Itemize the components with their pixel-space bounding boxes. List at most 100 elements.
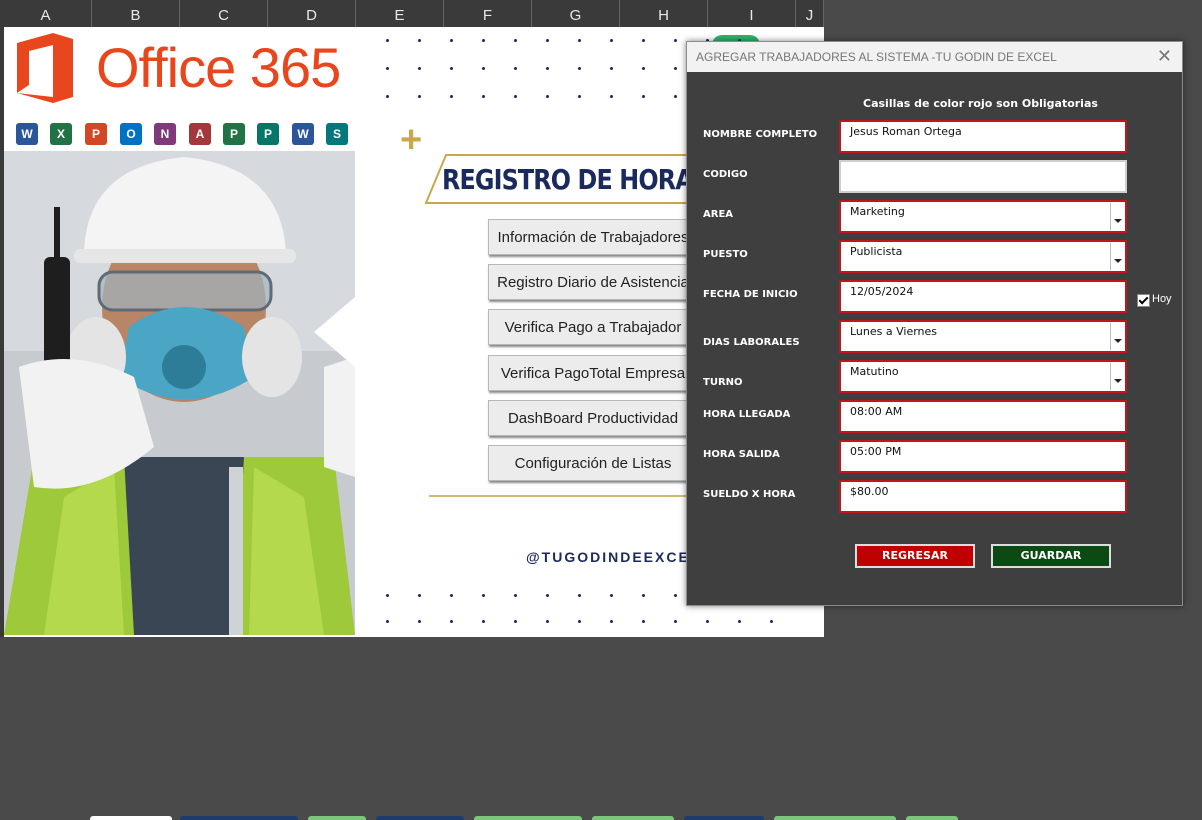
- close-icon[interactable]: ✕: [1157, 46, 1172, 67]
- access-icon: A: [189, 123, 211, 145]
- nombre-input[interactable]: Jesus Roman Ortega: [839, 120, 1127, 153]
- dot: [450, 39, 453, 42]
- chevron-down-icon[interactable]: [1110, 363, 1124, 390]
- dot: [418, 95, 421, 98]
- column-header-b[interactable]: B: [92, 0, 180, 27]
- dialog-titlebar[interactable]: AGREGAR TRABAJADORES AL SISTEMA -TU GODI…: [687, 42, 1182, 72]
- social-handle: @TUGODINDEEXCEL: [526, 549, 701, 565]
- turno-value: Matutino: [850, 365, 899, 378]
- outlook-icon: O: [120, 123, 142, 145]
- column-header-e[interactable]: E: [356, 0, 444, 27]
- sueldo-input[interactable]: $80.00: [839, 480, 1127, 513]
- salida-input[interactable]: 05:00 PM: [839, 440, 1127, 473]
- menu-informacion-trabajadores-button[interactable]: Información de Trabajadores: [488, 219, 698, 255]
- sharepoint-icon: S: [326, 123, 348, 145]
- codigo-input[interactable]: [839, 160, 1127, 193]
- dot: [738, 620, 741, 623]
- sheet-tab[interactable]: [474, 816, 582, 820]
- dot: [386, 67, 389, 70]
- sheet-tab[interactable]: [774, 816, 896, 820]
- dot: [418, 67, 421, 70]
- dot: [546, 594, 549, 597]
- menu-verifica-pago-total-button[interactable]: Verifica PagoTotal Empresa: [488, 355, 698, 391]
- sheet-tab[interactable]: [592, 816, 674, 820]
- sheet-tab[interactable]: [308, 816, 366, 820]
- fecha-label: FECHA DE INICIO: [703, 289, 798, 300]
- dot: [546, 620, 549, 623]
- excel-icon: X: [50, 123, 72, 145]
- dot: [450, 620, 453, 623]
- dot: [674, 39, 677, 42]
- chevron-down-icon[interactable]: [1110, 243, 1124, 270]
- dot: [642, 67, 645, 70]
- hoy-label[interactable]: Hoy: [1152, 293, 1172, 305]
- sheet-tab-active[interactable]: [90, 816, 172, 820]
- required-fields-note: Casillas de color rojo son Obligatorias: [863, 97, 1098, 110]
- codigo-label: CODIGO: [703, 169, 748, 180]
- dias-combobox[interactable]: Lunes a Viernes: [839, 320, 1127, 353]
- llegada-label: HORA LLEGADA: [703, 409, 791, 420]
- area-combobox[interactable]: Marketing: [839, 200, 1127, 233]
- dot: [450, 67, 453, 70]
- dot: [642, 594, 645, 597]
- llegada-input[interactable]: 08:00 AM: [839, 400, 1127, 433]
- sheet-tab[interactable]: [684, 816, 764, 820]
- hoy-checkbox[interactable]: [1137, 294, 1150, 307]
- dot: [514, 67, 517, 70]
- dot: [546, 95, 549, 98]
- column-header-j[interactable]: J: [796, 0, 824, 27]
- regresar-button[interactable]: REGRESAR: [855, 544, 975, 568]
- nombre-label: NOMBRE COMPLETO: [703, 129, 818, 140]
- dot: [514, 95, 517, 98]
- sheet-tab[interactable]: [376, 816, 464, 820]
- dot: [546, 67, 549, 70]
- chevron-down-icon[interactable]: [1110, 203, 1124, 230]
- chevron-down-icon[interactable]: [1110, 323, 1124, 350]
- column-header-i[interactable]: I: [708, 0, 796, 27]
- dot: [674, 620, 677, 623]
- puesto-value: Publicista: [850, 245, 903, 258]
- dias-label: DIAS LABORALES: [703, 337, 800, 348]
- dot: [418, 594, 421, 597]
- menu-dashboard-productividad-button[interactable]: DashBoard Productividad: [488, 400, 698, 436]
- gold-divider: [429, 495, 699, 497]
- sheet-tab[interactable]: [906, 816, 958, 820]
- onenote-icon: N: [154, 123, 176, 145]
- column-header-c[interactable]: C: [180, 0, 268, 27]
- menu-verifica-pago-trabajador-button[interactable]: Verifica Pago a Trabajador: [488, 309, 698, 345]
- dot: [386, 95, 389, 98]
- dot: [514, 39, 517, 42]
- sheet-tab[interactable]: [180, 816, 298, 820]
- salida-label: HORA SALIDA: [703, 449, 780, 460]
- menu-configuracion-listas-button[interactable]: Configuración de Listas: [488, 445, 698, 481]
- guardar-button[interactable]: GUARDAR: [991, 544, 1111, 568]
- column-header-d[interactable]: D: [268, 0, 356, 27]
- visio-icon: W: [292, 123, 314, 145]
- dot: [642, 39, 645, 42]
- dot: [450, 594, 453, 597]
- dot: [610, 67, 613, 70]
- dot: [578, 620, 581, 623]
- column-header-f[interactable]: F: [444, 0, 532, 27]
- office-app-icons: W X P O N A P P W S: [4, 123, 355, 151]
- turno-combobox[interactable]: Matutino: [839, 360, 1127, 393]
- dot: [482, 95, 485, 98]
- column-header-h[interactable]: H: [620, 0, 708, 27]
- menu-registro-asistencia-button[interactable]: Registro Diario de Asistencia: [488, 264, 698, 300]
- dot: [482, 39, 485, 42]
- dot: [578, 39, 581, 42]
- dot: [386, 620, 389, 623]
- dot: [386, 594, 389, 597]
- dot: [770, 620, 773, 623]
- dot: [546, 39, 549, 42]
- publisher-icon: P: [257, 123, 279, 145]
- column-header-a[interactable]: A: [0, 0, 92, 27]
- dot: [386, 39, 389, 42]
- column-header-g[interactable]: G: [532, 0, 620, 27]
- dot: [418, 39, 421, 42]
- puesto-combobox[interactable]: Publicista: [839, 240, 1127, 273]
- plus-decoration-icon: +: [400, 119, 423, 161]
- dot: [450, 95, 453, 98]
- fecha-input[interactable]: 12/05/2024: [839, 280, 1127, 313]
- turno-label: TURNO: [703, 377, 743, 388]
